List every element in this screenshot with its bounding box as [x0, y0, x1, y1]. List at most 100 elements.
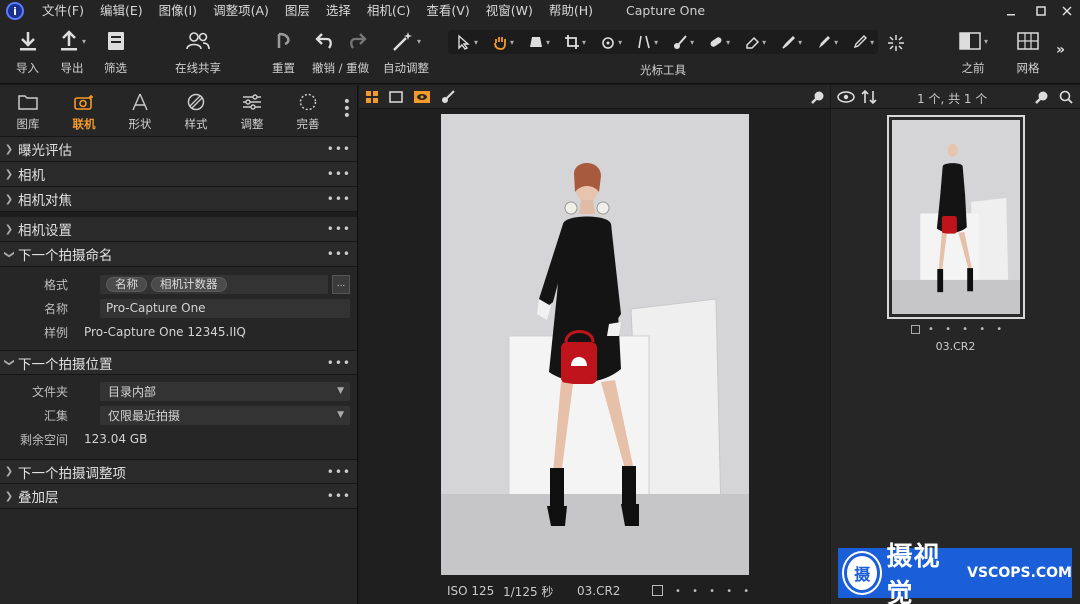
pan-tool[interactable]: ▾	[492, 34, 514, 50]
reset-arrow-icon	[277, 32, 290, 48]
auto-adjust-button[interactable]: ▾ 自动调整	[383, 28, 429, 76]
section-more-button[interactable]: •••	[327, 489, 351, 503]
tab-refine[interactable]: 完善	[280, 85, 336, 136]
section-more-button[interactable]: •••	[327, 356, 351, 370]
menu-select[interactable]: 选择	[318, 0, 359, 22]
auto-adjust-label: 自动调整	[383, 61, 429, 75]
multi-view-button[interactable]	[365, 90, 379, 104]
format-token-name[interactable]: 名称	[106, 276, 147, 292]
export-button[interactable]: ▾ 导出	[58, 28, 86, 76]
rating-dots[interactable]: • • • • •	[675, 586, 753, 597]
thumbnail-meta: • • • • •	[911, 324, 1006, 335]
view-mode-button[interactable]	[837, 90, 855, 107]
undo-redo-button[interactable]: 撤销 / 重做	[312, 28, 369, 76]
thumbnail[interactable]	[887, 115, 1025, 319]
filename-value: 03.CR2	[577, 584, 621, 598]
section-title: 曝光评估	[18, 143, 72, 159]
close-button[interactable]	[1052, 0, 1080, 22]
main-photo[interactable]	[441, 114, 749, 575]
menu-bar: 文件(F) 编辑(E) 图像(I) 调整项(A) 图层 选择 相机(C) 查看(…	[34, 0, 601, 22]
burst-tool[interactable]	[887, 34, 905, 55]
menu-adjustments[interactable]: 调整项(A)	[205, 0, 277, 22]
tab-styles[interactable]: 样式	[168, 85, 224, 136]
menu-file[interactable]: 文件(F)	[34, 0, 92, 22]
proof-view-button[interactable]	[413, 90, 431, 104]
menu-window[interactable]: 视窗(W)	[478, 0, 541, 22]
single-view-button[interactable]	[389, 90, 403, 104]
eraser-tool[interactable]: ▾	[744, 34, 766, 50]
tab-library[interactable]: 图库	[0, 85, 56, 136]
cursor-select-tool[interactable]: ▾	[456, 34, 478, 50]
section-more-button[interactable]: •••	[327, 465, 351, 479]
cursor-tools-label: 光标工具	[640, 63, 686, 77]
tab-adjust[interactable]: 调整	[224, 85, 280, 136]
folder-select[interactable]: 目录内部 ▼	[100, 381, 350, 401]
toolbar-overflow-button[interactable]: »	[1056, 42, 1065, 58]
heal-tool[interactable]: ▾	[708, 34, 730, 50]
section-more-button[interactable]: •••	[327, 192, 351, 206]
tab-capture[interactable]: 联机	[56, 85, 112, 136]
annotate-tool[interactable]: ▾	[852, 34, 874, 50]
folder-icon	[18, 95, 38, 110]
section-more-button[interactable]: •••	[327, 247, 351, 261]
menu-camera[interactable]: 相机(C)	[359, 0, 418, 22]
reset-button[interactable]: 重置	[272, 28, 295, 76]
tabs-more-button[interactable]: • • •	[343, 95, 351, 123]
menu-layers[interactable]: 图层	[277, 0, 318, 22]
section-next-capture-naming[interactable]: ❯ 下一个拍摄命名 •••	[0, 242, 357, 267]
section-exposure[interactable]: ❯ 曝光评估 •••	[0, 137, 357, 162]
crop-tool[interactable]: ▾	[564, 34, 586, 50]
pen-icon	[854, 35, 868, 49]
edit-brush-button[interactable]	[441, 89, 455, 104]
menu-edit[interactable]: 编辑(E)	[92, 0, 151, 22]
share-online-button[interactable]: 在线共享	[175, 28, 221, 76]
brush-tool[interactable]: ▾	[672, 34, 694, 50]
keystone-tool[interactable]: ▾	[528, 34, 550, 50]
minimize-button[interactable]	[996, 0, 1026, 22]
menu-help[interactable]: 帮助(H)	[541, 0, 601, 22]
filter-button[interactable]: 筛选	[104, 28, 127, 76]
format-edit-button[interactable]: ...	[332, 274, 350, 294]
section-camera-focus[interactable]: ❯ 相机对焦 •••	[0, 187, 357, 212]
rotate-tool[interactable]: ▾	[600, 34, 622, 50]
section-next-capture-adjustments[interactable]: ❯ 下一个拍摄调整项 •••	[0, 459, 357, 484]
people-icon	[186, 32, 210, 50]
import-button[interactable]: 导入	[16, 28, 39, 76]
section-next-capture-location[interactable]: ❯ 下一个拍摄位置 •••	[0, 350, 357, 375]
grid-button[interactable]: 网格	[1016, 28, 1040, 76]
viewer-zoom-button[interactable]	[811, 90, 825, 104]
thumbnail-checkbox[interactable]	[911, 325, 920, 334]
refine-icon	[299, 93, 317, 111]
zoom-icon	[811, 91, 824, 104]
window-title: Capture One	[626, 3, 706, 18]
format-field[interactable]: 名称 相机计数器	[100, 274, 328, 294]
search-button[interactable]	[1059, 90, 1073, 107]
section-more-button[interactable]: •••	[327, 167, 351, 181]
section-more-button[interactable]: •••	[327, 142, 351, 156]
picker-tool[interactable]: ▾	[780, 34, 802, 50]
browser-zoom-button[interactable]	[1035, 90, 1049, 107]
thumbnail-rating-dots[interactable]: • • • • •	[928, 324, 1006, 335]
watermark-seal-glyph: 摄	[854, 565, 871, 584]
album-select[interactable]: 仅限最近拍摄 ▼	[100, 405, 350, 425]
section-more-button[interactable]: •••	[327, 222, 351, 236]
maximize-icon	[1036, 6, 1046, 16]
lens-icon	[132, 93, 148, 111]
sort-button[interactable]	[861, 89, 877, 107]
close-icon	[1062, 6, 1072, 16]
section-overlay[interactable]: ❯ 叠加层 •••	[0, 484, 357, 509]
name-input[interactable]: Pro-Capture One	[100, 298, 350, 318]
menu-image[interactable]: 图像(I)	[151, 0, 205, 22]
section-camera-settings[interactable]: ❯ 相机设置 •••	[0, 217, 357, 242]
chevron-right-icon: ❯	[4, 466, 14, 477]
color-picker-tool[interactable]: ▾	[816, 34, 838, 50]
before-button[interactable]: ▾ 之前	[958, 28, 988, 76]
section-camera[interactable]: ❯ 相机 •••	[0, 162, 357, 187]
menu-view[interactable]: 查看(V)	[418, 0, 477, 22]
browser-toolbar: 1 个, 共 1 个	[831, 85, 1080, 109]
tab-lens[interactable]: 形状	[112, 85, 168, 136]
format-token-counter[interactable]: 相机计数器	[151, 276, 227, 292]
watermark-seal-icon: 摄	[844, 553, 881, 593]
straighten-tool[interactable]: ▾	[636, 34, 658, 50]
select-checkbox[interactable]	[652, 585, 663, 596]
